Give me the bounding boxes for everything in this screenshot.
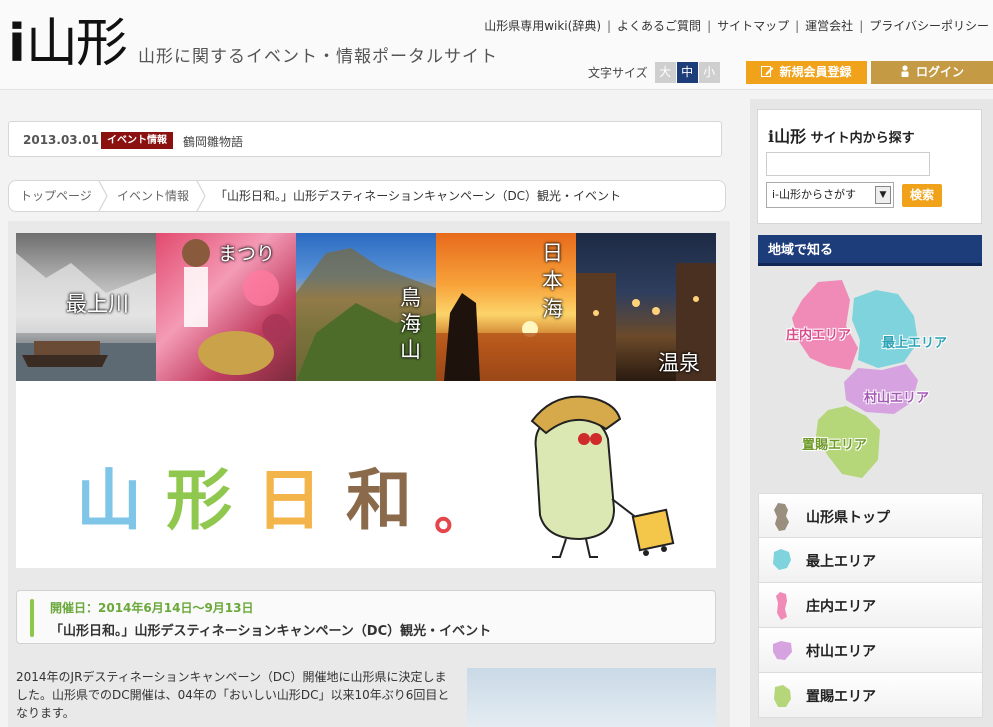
- photo-label: まつり: [218, 243, 276, 265]
- area-label: 置賜エリア: [806, 689, 876, 705]
- area-label: 山形県トップ: [806, 510, 890, 526]
- breadcrumb-current: 「山形日和。」山形デスティネーションキャンペーン（DC）観光・イベント: [215, 189, 622, 203]
- chevron-down-icon: ▼: [875, 186, 891, 204]
- area-item-murayama[interactable]: 村山エリア: [758, 628, 983, 673]
- search-input[interactable]: [766, 152, 930, 176]
- area-item-mogami[interactable]: 最上エリア: [758, 538, 983, 583]
- photo-onsen[interactable]: 温泉: [576, 233, 716, 381]
- area-item-okitama[interactable]: 置賜エリア: [758, 673, 983, 718]
- ticker-date: 2013.03.01: [23, 133, 99, 147]
- photo-strip: 最上川 まつり 鳥海山 日本海 温泉: [16, 233, 716, 381]
- map-label-murayama[interactable]: 村山エリア: [864, 387, 929, 406]
- util-link-wiki[interactable]: 山形県専用wiki(辞典): [484, 19, 601, 33]
- campaign-banner[interactable]: 山 形 日 和 。: [16, 381, 716, 568]
- site-header: i山形 山形に関するイベント・情報ポータルサイト 山形県専用wiki(辞典) | よ…: [0, 0, 993, 90]
- region-heading: 地域で知る: [758, 235, 982, 266]
- area-list: 山形県トップ 最上エリア 庄内エリア 村山エリア 置賜エリア: [758, 493, 983, 718]
- mogami-map-icon: [773, 549, 791, 570]
- murayama-map-icon: [773, 641, 792, 660]
- area-item-shonai[interactable]: 庄内エリア: [758, 583, 983, 628]
- breadcrumb-events[interactable]: イベント情報: [117, 181, 189, 211]
- banner-char: 。: [434, 485, 483, 541]
- prefecture-map-icon: [774, 503, 789, 531]
- ticker-title[interactable]: 鶴岡雛物語: [183, 133, 243, 150]
- font-size-label: 文字サイズ: [588, 66, 648, 80]
- banner-char: 山: [76, 462, 142, 539]
- area-item-yamagata-top[interactable]: 山形県トップ: [758, 493, 983, 538]
- yamagata-map-image: [792, 280, 918, 478]
- search-title-text: サイト内から探す: [806, 131, 915, 146]
- breadcrumb: トップページ イベント情報 「山形日和。」山形デスティネーションキャンペーン（D…: [8, 180, 726, 212]
- photo-matsuri[interactable]: まつり: [156, 233, 296, 381]
- map-label-okitama[interactable]: 置賜エリア: [802, 434, 867, 453]
- banner-char: 日: [256, 462, 322, 539]
- pencil-icon: [761, 66, 774, 77]
- photo-chokaisan[interactable]: 鳥海山: [296, 233, 436, 381]
- utility-links: 山形県専用wiki(辞典) | よくあるご質問 | サイトマップ | 運営会社 | プライバシー…: [484, 17, 989, 34]
- register-button[interactable]: 新規会員登録: [746, 61, 867, 84]
- login-button[interactable]: ログイン: [871, 61, 993, 84]
- event-info-box: 開催日：2014年6月14日〜9月13日 「山形日和。」山形デスティネーションキ…: [16, 590, 716, 644]
- event-photo: [467, 668, 716, 727]
- search-scope-select[interactable]: i-山形からさがす ▼: [766, 182, 894, 208]
- search-title: i山形 サイト内から探す: [768, 123, 915, 147]
- chevron-right-icon: [196, 181, 206, 211]
- divider: |: [707, 19, 712, 33]
- logo-text: 山形: [25, 14, 128, 74]
- event-date: 開催日：2014年6月14日〜9月13日: [50, 601, 254, 615]
- photo-label: 鳥海山: [400, 286, 421, 362]
- map-label-mogami[interactable]: 最上エリア: [882, 332, 947, 351]
- breadcrumb-home[interactable]: トップページ: [20, 181, 92, 211]
- util-link-faq[interactable]: よくあるご質問: [617, 19, 701, 33]
- photo-mogamigawa[interactable]: 最上川: [16, 233, 156, 381]
- chevron-right-icon: [98, 181, 108, 211]
- util-link-privacy[interactable]: プライバシーポリシー: [869, 19, 989, 33]
- divider: |: [859, 19, 864, 33]
- util-link-sitemap[interactable]: サイトマップ: [717, 19, 789, 33]
- font-size-medium-button[interactable]: 中: [676, 62, 698, 83]
- ticker-category-badge: イベント情報: [101, 132, 173, 149]
- news-ticker[interactable]: 2013.03.01 イベント情報 鶴岡雛物語: [8, 121, 722, 157]
- photo-nihonkai[interactable]: 日本海: [436, 233, 576, 381]
- user-icon: [901, 65, 909, 77]
- font-size-large-button[interactable]: 大: [654, 62, 676, 83]
- divider: |: [795, 19, 800, 33]
- map-mogami: [852, 290, 918, 368]
- event-title: 「山形日和。」山形デスティネーションキャンペーン（DC）観光・イベント: [50, 624, 492, 639]
- shonai-map-icon: [776, 592, 787, 620]
- util-link-company[interactable]: 運営会社: [805, 19, 853, 33]
- font-size-control: 文字サイズ大中小: [588, 62, 720, 83]
- event-description: 2014年のJRデスティネーションキャンペーン（DC）開催地に山形県に決定しまし…: [16, 670, 450, 720]
- photo-label: 最上川: [66, 292, 129, 316]
- area-label: 村山エリア: [806, 644, 876, 660]
- search-button[interactable]: 検索: [902, 184, 942, 207]
- map-label-shonai[interactable]: 庄内エリア: [786, 324, 851, 343]
- search-scope-value: i-山形からさがす: [772, 188, 857, 201]
- site-search-box: i山形 サイト内から探す i-山形からさがす ▼ 検索: [757, 109, 982, 224]
- logo-prefix: i: [8, 14, 26, 74]
- search-title-brand: i山形: [768, 127, 807, 146]
- area-label: 庄内エリア: [806, 599, 876, 615]
- site-logo[interactable]: i山形: [8, 14, 128, 74]
- login-label: ログイン: [915, 65, 964, 79]
- banner-char: 和: [346, 462, 412, 539]
- register-label: 新規会員登録: [779, 65, 852, 79]
- banner-char: 形: [166, 462, 232, 539]
- region-map: 庄内エリア 最上エリア 村山エリア 置賜エリア: [758, 270, 982, 485]
- okitama-map-icon: [774, 685, 791, 707]
- photo-label: 日本海: [542, 241, 563, 321]
- divider: |: [607, 19, 612, 33]
- area-label: 最上エリア: [806, 554, 876, 570]
- font-size-small-button[interactable]: 小: [698, 62, 720, 83]
- mascot-character-image: [530, 395, 675, 558]
- site-tagline: 山形に関するイベント・情報ポータルサイト: [138, 47, 498, 67]
- accent-bar: [30, 599, 34, 637]
- photo-label: 温泉: [658, 351, 700, 375]
